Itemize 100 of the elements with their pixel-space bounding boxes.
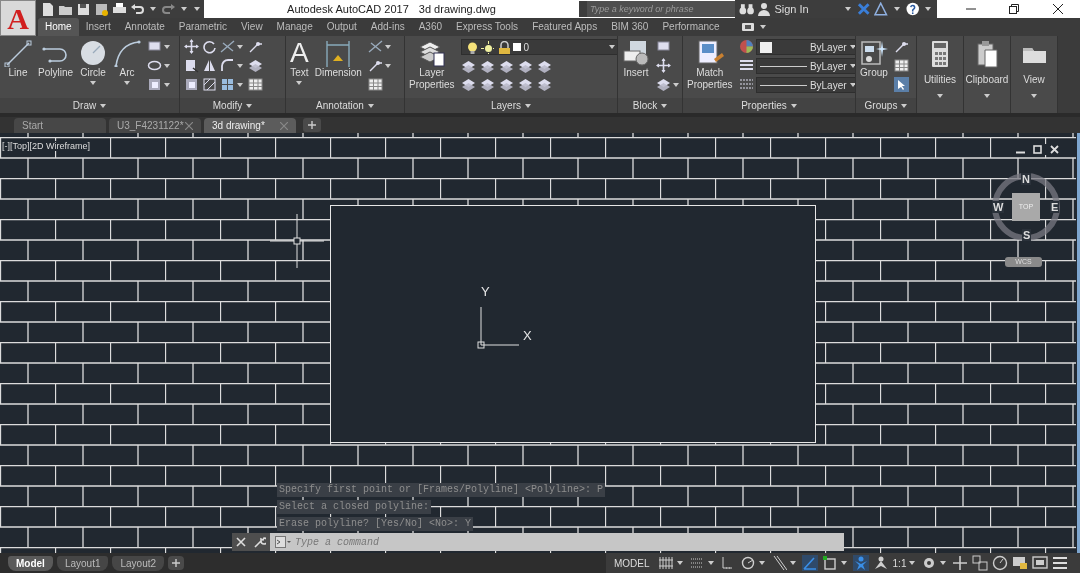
color-wheel-icon[interactable] [738, 39, 754, 54]
annotation-scale-button[interactable]: 1:1 [892, 557, 907, 569]
caret-icon[interactable] [237, 44, 243, 49]
layer-icon[interactable] [517, 59, 533, 74]
prompt-icon[interactable] [275, 536, 291, 548]
panel-title[interactable]: Draw [72, 100, 107, 111]
layer-icon[interactable] [536, 77, 552, 92]
move-icon[interactable] [656, 58, 671, 73]
ribbon-tab[interactable]: Home [38, 18, 79, 36]
caret-icon[interactable] [844, 7, 851, 11]
ribbon-tab[interactable]: Manage [269, 18, 320, 36]
grip-select-icon[interactable] [894, 77, 909, 92]
ribbon-tab[interactable]: Output [319, 18, 364, 36]
compass-label[interactable]: E [1050, 201, 1060, 213]
caret-icon[interactable] [237, 63, 243, 68]
table-icon[interactable] [894, 58, 909, 73]
rotate-icon[interactable] [202, 39, 217, 54]
redo-icon[interactable] [161, 1, 176, 17]
isolate-icon[interactable] [972, 555, 989, 571]
stretch-icon[interactable] [184, 58, 199, 73]
file-tab[interactable]: Start [14, 118, 106, 133]
caret-icon[interactable] [758, 561, 765, 565]
layer-icon[interactable] [656, 77, 671, 92]
undo-icon[interactable] [130, 1, 145, 17]
binoculars-icon[interactable] [739, 2, 755, 16]
caret-icon[interactable] [789, 561, 796, 565]
layer-icon[interactable] [460, 59, 476, 74]
property-dropdown[interactable]: ByLayer [755, 58, 855, 74]
triangle-icon[interactable] [874, 2, 888, 16]
model-space-button[interactable]: MODEL [610, 557, 654, 569]
caret-icon[interactable] [181, 7, 187, 11]
layout-tab[interactable]: Layout1 [56, 555, 109, 571]
monitor-padlock-icon[interactable] [1012, 555, 1029, 571]
ribbon-tab[interactable]: Featured Apps [525, 18, 605, 36]
ribbon-tool-button[interactable]: Group [858, 39, 890, 83]
layer-icon[interactable] [517, 77, 533, 92]
speedometer-icon[interactable] [992, 555, 1009, 571]
search-field[interactable]: Type a keyword or phrase [579, 1, 735, 17]
layout-tab[interactable]: Model [8, 555, 53, 571]
ribbon-tool-button[interactable]: Circle [77, 39, 110, 85]
fillet-icon[interactable] [220, 58, 235, 73]
caret-icon[interactable] [237, 82, 243, 87]
angle-icon[interactable] [801, 555, 818, 571]
compass-label[interactable]: S [1022, 229, 1032, 241]
caret-icon[interactable] [673, 82, 679, 87]
caret-icon[interactable] [940, 561, 947, 565]
restore-icon[interactable] [1009, 4, 1020, 14]
figure-icon[interactable] [852, 555, 869, 571]
layer-icon[interactable] [498, 77, 514, 92]
table-icon[interactable] [367, 77, 383, 92]
fullscreen-icon[interactable] [1032, 555, 1049, 571]
scale-icon[interactable] [147, 77, 163, 92]
rectangle-icon[interactable] [147, 39, 163, 54]
plus-icon[interactable] [303, 118, 321, 132]
ribbon-tool-button[interactable]: Polyline [36, 39, 76, 83]
table-icon[interactable] [248, 77, 263, 92]
rectangle-icon[interactable] [656, 39, 671, 54]
layer-dropdown[interactable]: 0 [460, 39, 617, 55]
ribbon-tool-button[interactable]: Arc [111, 39, 144, 85]
document-icon[interactable] [40, 1, 55, 17]
leader-icon[interactable] [248, 39, 263, 54]
caret-icon[interactable] [194, 7, 200, 11]
help-icon[interactable] [905, 2, 919, 16]
caret-icon[interactable] [909, 561, 916, 565]
layer-icon[interactable] [498, 59, 514, 74]
ellipse-icon[interactable] [147, 58, 163, 73]
figure-icon[interactable] [872, 555, 889, 571]
layer-properties-button[interactable]: Layer Properties [407, 39, 457, 92]
restore-icon[interactable] [1033, 145, 1042, 154]
panel-toggle-icon[interactable] [740, 22, 755, 32]
leader-icon[interactable] [367, 58, 383, 73]
ribbon-tool-button[interactable]: A Text [288, 39, 311, 85]
caret-icon[interactable] [164, 44, 171, 49]
layer-icon[interactable] [460, 77, 476, 92]
object-snap-icon[interactable] [821, 555, 838, 571]
caret-icon[interactable] [925, 7, 931, 11]
plus-icon[interactable] [952, 555, 969, 571]
caret-icon[interactable] [893, 7, 900, 11]
panel-title[interactable]: Layers [491, 100, 531, 111]
ribbon-tab[interactable]: Annotate [117, 18, 172, 36]
sign-in-button[interactable]: Sign In [758, 2, 809, 16]
cross-icon[interactable] [856, 2, 871, 16]
file-tab[interactable]: 3d drawing* [204, 118, 296, 133]
scale-icon[interactable] [184, 77, 199, 92]
layer-icon[interactable] [536, 59, 552, 74]
caret-icon[interactable] [384, 44, 391, 49]
caret-icon[interactable] [384, 63, 391, 68]
layer-icon[interactable] [248, 58, 263, 73]
grid-icon[interactable] [657, 555, 674, 571]
command-input-field[interactable]: Type a command [293, 535, 844, 549]
ribbon-tab[interactable]: Add-ins [363, 18, 412, 36]
ribbon-tool-button[interactable]: Line [2, 39, 34, 83]
ribbon-tab[interactable]: BIM 360 [604, 18, 656, 36]
menu-icon[interactable] [1052, 555, 1069, 571]
plus-icon[interactable] [168, 556, 185, 570]
caret-icon[interactable] [759, 25, 766, 29]
leader-icon[interactable] [894, 39, 909, 54]
ribbon-tab[interactable]: Express Tools [449, 18, 526, 36]
linetype-icon[interactable] [738, 77, 754, 92]
ribbon-tab[interactable]: Insert [78, 18, 118, 36]
